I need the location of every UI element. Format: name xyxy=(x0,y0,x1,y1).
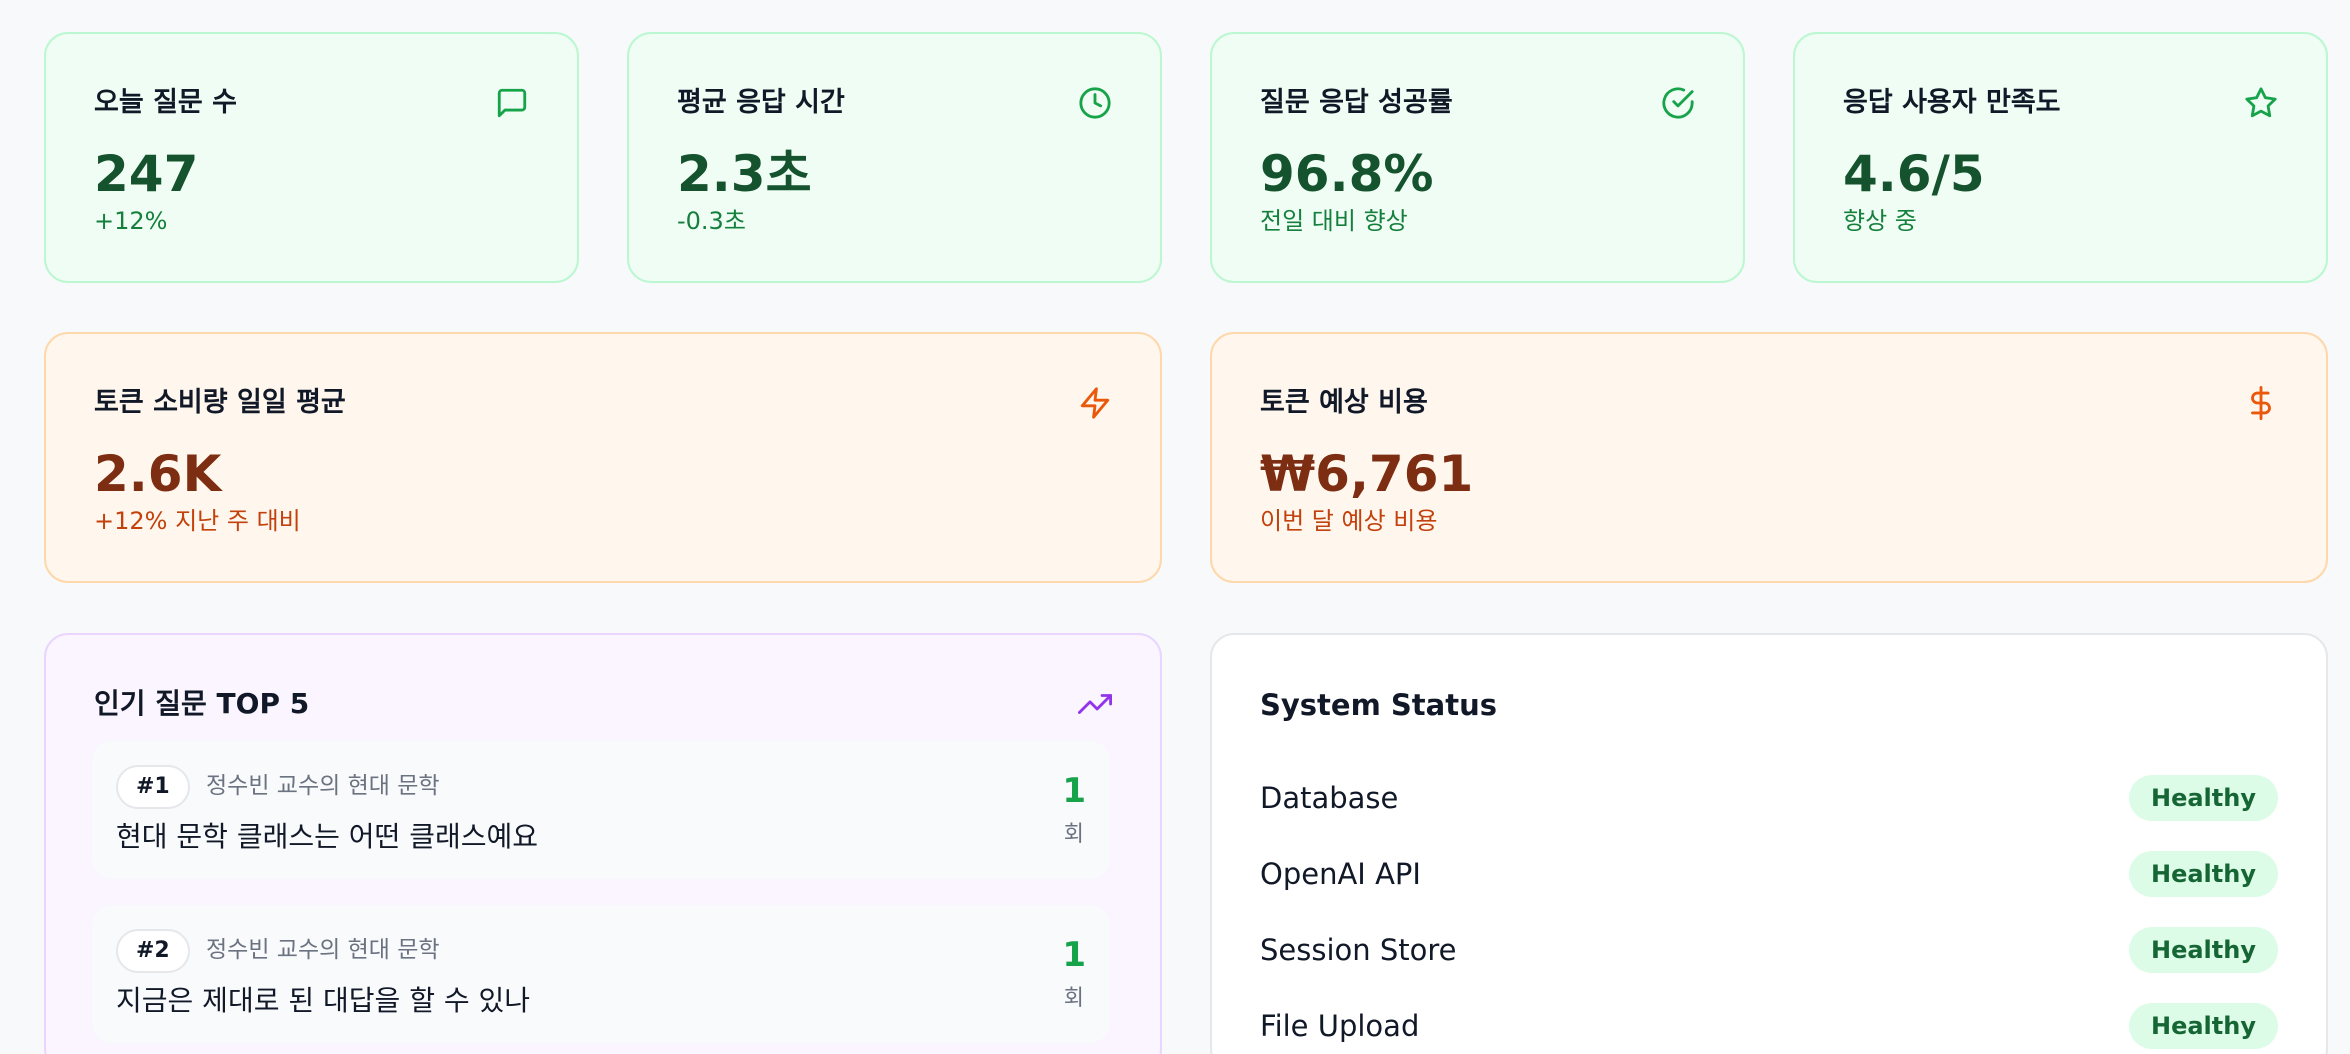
token-cost-title: 토큰 예상 비용 xyxy=(1260,387,1428,418)
question-count: 1 xyxy=(1062,935,1086,975)
question-count-unit: 회 xyxy=(1063,822,1084,847)
token-usage-change: +12% 지난 주 대비 xyxy=(94,507,301,535)
token-cost-value: ₩6,761 xyxy=(1260,445,1474,503)
token-cost-note: 이번 달 예상 비용 xyxy=(1260,507,1438,535)
stat-change: 향상 중 xyxy=(1843,207,1917,235)
service-name: File Upload xyxy=(1260,1009,1420,1043)
clock-icon xyxy=(1079,87,1111,119)
stat-card-satisfaction: 응답 사용자 만족도 4.6/5 향상 중 xyxy=(1793,32,2328,283)
status-badge: Healthy xyxy=(2129,851,2278,897)
stat-value: 247 xyxy=(94,145,199,203)
message-square-icon xyxy=(497,88,527,118)
service-name: Database xyxy=(1260,781,1399,815)
status-badge: Healthy xyxy=(2129,1003,2278,1049)
status-badge: Healthy xyxy=(2129,927,2278,973)
service-name: OpenAI API xyxy=(1260,857,1421,891)
top-questions-title: 인기 질문 TOP 5 xyxy=(94,687,310,720)
question-count-unit: 회 xyxy=(1063,986,1084,1011)
dashboard: 오늘 질문 수 247 +12% 평균 응답 시간 2.3초 -0.3초 질문 … xyxy=(0,0,2350,1054)
stat-change: 전일 대비 향상 xyxy=(1260,207,1408,235)
stat-change: -0.3초 xyxy=(677,207,746,235)
zap-icon xyxy=(1080,387,1110,419)
rank-badge: #1 xyxy=(116,765,190,809)
rank-badge: #2 xyxy=(116,929,190,973)
status-badge: Healthy xyxy=(2129,775,2278,821)
question-count: 1 xyxy=(1062,771,1086,811)
stat-title: 응답 사용자 만족도 xyxy=(1843,87,2061,118)
stat-card-avg-response-time: 평균 응답 시간 2.3초 -0.3초 xyxy=(627,32,1162,283)
question-text: 지금은 제대로 된 대답을 할 수 있나 xyxy=(116,984,531,1017)
service-name: Session Store xyxy=(1260,933,1457,967)
stat-value: 2.3초 xyxy=(677,145,812,203)
question-source: 정수빈 교수의 현대 문학 xyxy=(206,937,440,963)
trending-up-icon xyxy=(1078,694,1112,714)
dollar-icon xyxy=(2251,386,2271,420)
token-usage-title: 토큰 소비량 일일 평균 xyxy=(94,387,346,418)
stat-card-success-rate: 질문 응답 성공률 96.8% 전일 대비 향상 xyxy=(1210,32,1745,283)
top-questions-card: 인기 질문 TOP 5 #1 정수빈 교수의 현대 문학 현대 문학 클래스는 … xyxy=(44,633,1162,1054)
stat-title: 평균 응답 시간 xyxy=(677,87,845,118)
stat-value: 96.8% xyxy=(1260,145,1434,203)
question-source: 정수빈 교수의 현대 문학 xyxy=(206,773,440,799)
token-cost-card: 토큰 예상 비용 ₩6,761 이번 달 예상 비용 xyxy=(1210,332,2328,583)
token-usage-card: 토큰 소비량 일일 평균 2.6K +12% 지난 주 대비 xyxy=(44,332,1162,583)
service-row-openai-api: OpenAI API Healthy xyxy=(1260,849,2278,899)
question-list-item[interactable]: #1 정수빈 교수의 현대 문학 현대 문학 클래스는 어떤 클래스예요 1 회 xyxy=(92,741,1110,879)
service-row-database: Database Healthy xyxy=(1260,773,2278,823)
stat-card-questions-today: 오늘 질문 수 247 +12% xyxy=(44,32,579,283)
service-row-file-upload: File Upload Healthy xyxy=(1260,1001,2278,1051)
stat-change: +12% xyxy=(94,207,168,235)
stat-title: 오늘 질문 수 xyxy=(94,87,237,118)
service-row-session-store: Session Store Healthy xyxy=(1260,925,2278,975)
question-list-item[interactable]: #2 정수빈 교수의 현대 문학 지금은 제대로 된 대답을 할 수 있나 1 … xyxy=(92,905,1110,1043)
star-icon xyxy=(2245,87,2277,118)
stat-value: 4.6/5 xyxy=(1843,145,1985,203)
token-usage-value: 2.6K xyxy=(94,445,222,503)
check-circle-icon xyxy=(1662,87,1694,119)
system-status-card: System Status Database Healthy OpenAI AP… xyxy=(1210,633,2328,1054)
stat-title: 질문 응답 성공률 xyxy=(1260,87,1453,118)
question-text: 현대 문학 클래스는 어떤 클래스예요 xyxy=(116,820,539,853)
system-status-title: System Status xyxy=(1260,688,1497,722)
